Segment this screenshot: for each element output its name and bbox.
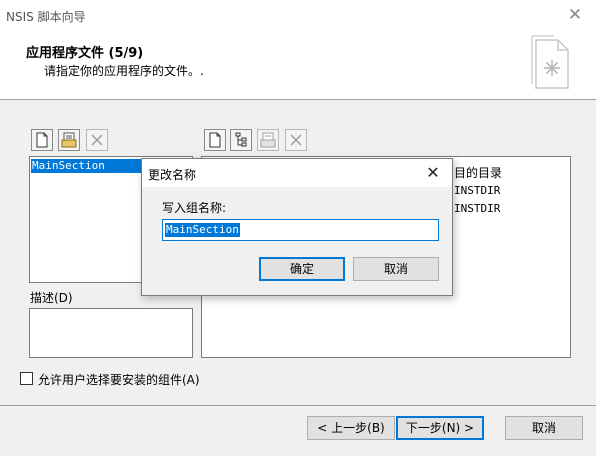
- window-title: NSIS 脚本向导: [6, 10, 86, 24]
- dialog-title-bar: 更改名称 ✕: [142, 159, 452, 187]
- tree-icon: [235, 132, 247, 147]
- page-title: 应用程序文件 (5/9): [26, 46, 144, 61]
- delete-file-button[interactable]: [285, 129, 307, 151]
- ok-button[interactable]: 确定: [259, 257, 345, 281]
- tree-button[interactable]: [230, 129, 252, 151]
- delete-icon: [91, 134, 103, 146]
- rename-dialog: 更改名称 ✕ 写入组名称: MainSection 确定 取消: [141, 158, 453, 296]
- add-files-icon: [260, 132, 276, 148]
- back-button[interactable]: < 上一步(B): [307, 416, 395, 440]
- close-icon[interactable]: ✕: [420, 161, 446, 185]
- section-item[interactable]: MainSection: [31, 159, 141, 173]
- new-icon: [36, 132, 48, 148]
- new-file-button[interactable]: [204, 129, 226, 151]
- description-box[interactable]: [29, 308, 193, 358]
- close-icon[interactable]: ✕: [560, 2, 590, 28]
- allow-select-components-label: 允许用户选择要安装的组件(A): [38, 373, 200, 387]
- wizard-window: NSIS 脚本向导 ✕ 应用程序文件 (5/9) 请指定你的应用程序的文件。.: [0, 0, 596, 456]
- delete-section-button[interactable]: [86, 129, 108, 151]
- destination-column-header: 目的目录: [454, 166, 503, 180]
- title-bar: NSIS 脚本向导 ✕: [0, 0, 596, 30]
- cancel-button[interactable]: 取消: [505, 416, 583, 440]
- dialog-cancel-button[interactable]: 取消: [353, 257, 439, 281]
- page-subtitle: 请指定你的应用程序的文件。.: [44, 64, 204, 78]
- document-gear-icon: [531, 35, 569, 89]
- footer-separator: [0, 405, 596, 406]
- dialog-prompt: 写入组名称:: [162, 201, 227, 215]
- description-label: 描述(D): [30, 291, 73, 305]
- add-files-button[interactable]: [257, 129, 279, 151]
- delete-icon: [290, 134, 302, 146]
- next-button[interactable]: 下一步(N) >: [396, 416, 484, 440]
- group-name-input[interactable]: MainSection: [162, 219, 439, 241]
- file-row-destination: INSTDIR: [454, 202, 501, 215]
- add-directory-button[interactable]: [58, 129, 80, 151]
- file-row-destination: INSTDIR: [454, 184, 501, 197]
- wizard-header: 应用程序文件 (5/9) 请指定你的应用程序的文件。.: [0, 30, 596, 100]
- dialog-title: 更改名称: [148, 168, 197, 182]
- new-section-button[interactable]: [31, 129, 53, 151]
- new-icon: [209, 132, 221, 148]
- group-name-value: MainSection: [165, 223, 240, 237]
- allow-select-components-checkbox[interactable]: [20, 372, 33, 385]
- add-directory-icon: [61, 132, 77, 148]
